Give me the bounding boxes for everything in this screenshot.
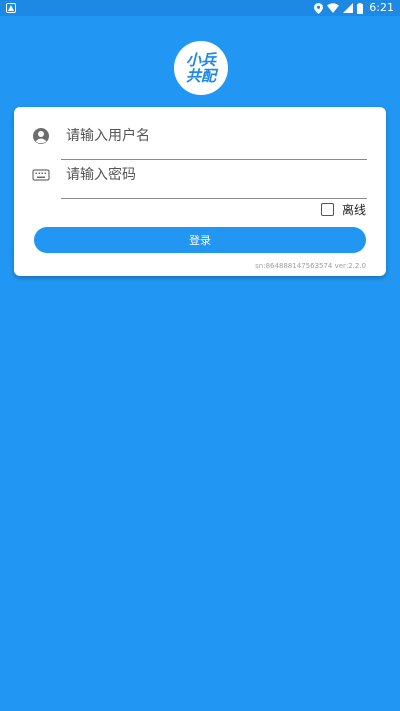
status-time: 6:21 <box>369 1 394 14</box>
user-avatar-icon <box>33 128 49 144</box>
login-button[interactable]: 登录 <box>34 227 366 253</box>
password-input[interactable] <box>66 162 366 188</box>
wifi-icon <box>327 3 340 13</box>
battery-icon <box>357 2 364 14</box>
username-field <box>14 115 386 160</box>
status-bar: 6:21 <box>0 0 400 16</box>
logo-text-line2: 共配 <box>185 67 216 85</box>
status-icons: 6:21 <box>314 0 394 16</box>
keyboard-icon <box>32 169 50 181</box>
password-field <box>14 154 386 199</box>
location-icon <box>314 2 324 14</box>
offline-checkbox[interactable] <box>320 202 334 216</box>
signal-icon <box>343 3 354 13</box>
username-input[interactable] <box>66 123 366 149</box>
version-info: sn:864888147563574 ver:2.2.0 <box>255 262 366 270</box>
offline-label: 离线 <box>341 202 366 217</box>
login-card: 离线 登录 sn:864888147563574 ver:2.2.0 <box>14 107 386 276</box>
app-logo: 小兵 共配 <box>174 41 228 95</box>
logo-text-line1: 小兵 <box>185 51 216 69</box>
password-underline <box>61 198 367 199</box>
app-notification-icon <box>6 3 16 13</box>
offline-option[interactable]: 离线 <box>320 201 366 217</box>
